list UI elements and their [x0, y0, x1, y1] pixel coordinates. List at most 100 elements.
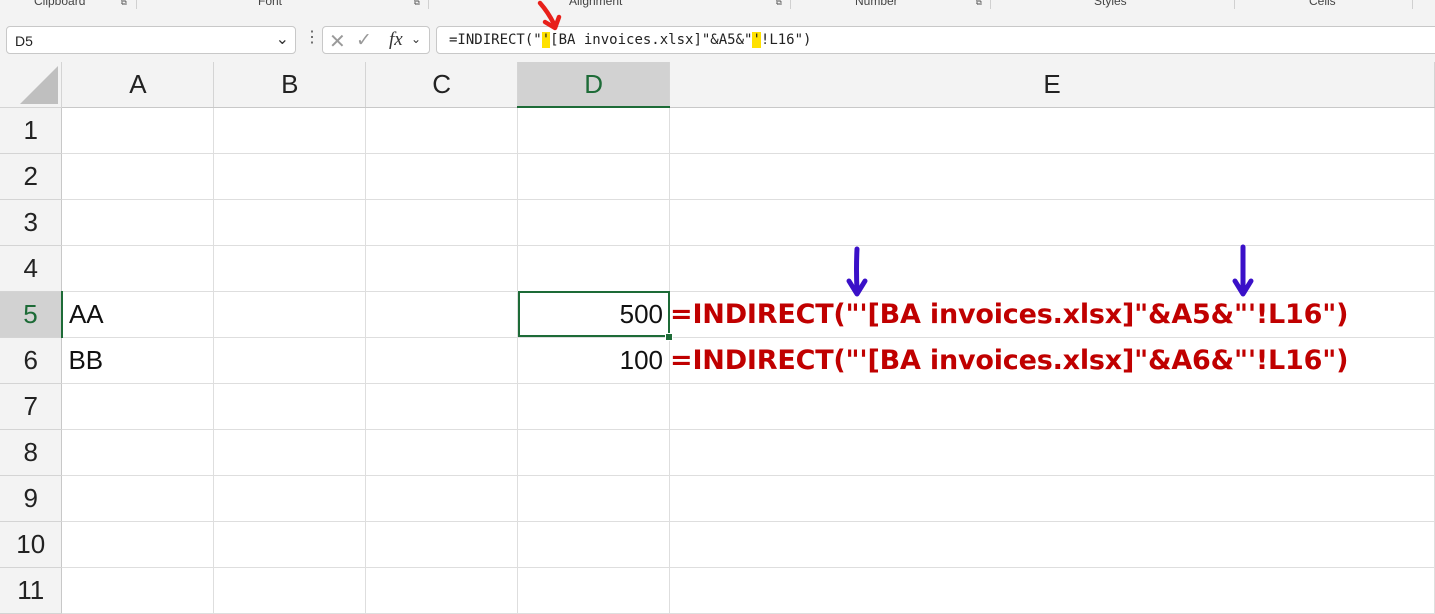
cell-e9[interactable] — [669, 475, 1435, 522]
cell-c4[interactable] — [365, 245, 519, 292]
cell-b9[interactable] — [213, 475, 367, 522]
cell-e8[interactable] — [669, 429, 1435, 476]
cell-a2[interactable] — [61, 153, 215, 200]
cell-b7[interactable] — [213, 383, 367, 430]
cell-a7[interactable] — [61, 383, 215, 430]
dialog-launcher-icon[interactable]: ⧉ — [121, 0, 127, 8]
cell-b2[interactable] — [213, 153, 367, 200]
column-header-c[interactable]: C — [365, 62, 519, 108]
row-header-7[interactable]: 7 — [0, 383, 63, 430]
formula-part: !L16") — [760, 32, 812, 48]
cell-b3[interactable] — [213, 199, 367, 246]
column-header-d[interactable]: D — [517, 62, 671, 108]
cell-c2[interactable] — [365, 153, 519, 200]
cell-c7[interactable] — [365, 383, 519, 430]
cell-b8[interactable] — [213, 429, 367, 476]
row-header-11[interactable]: 11 — [0, 567, 63, 614]
cell-e10[interactable] — [669, 521, 1435, 568]
cell-d9[interactable] — [517, 475, 671, 522]
red-annotation-arrow-icon — [537, 0, 562, 31]
row-header-4[interactable]: 4 — [0, 245, 63, 292]
cell-a10[interactable] — [61, 521, 215, 568]
column-header-a[interactable]: A — [61, 62, 215, 108]
cell-e6[interactable]: =INDIRECT("'[BA invoices.xlsx]"&A6&"'!L1… — [669, 337, 1435, 384]
row-header-5[interactable]: 5 — [0, 291, 63, 338]
column-header-b[interactable]: B — [213, 62, 367, 108]
row-header-2[interactable]: 2 — [0, 153, 63, 200]
cell-a3[interactable] — [61, 199, 215, 246]
dialog-launcher-icon[interactable]: ⧉ — [414, 0, 420, 8]
cell-d5-value: 500 — [619, 298, 664, 329]
cell-a5[interactable]: AA — [61, 291, 215, 338]
ribbon-separator — [990, 0, 991, 9]
row-header-8[interactable]: 8 — [0, 429, 63, 476]
dialog-launcher-icon[interactable]: ⧉ — [976, 0, 982, 8]
ribbon-separator — [1234, 0, 1235, 9]
cell-d8[interactable] — [517, 429, 671, 476]
cell-d5-active[interactable]: 500 — [517, 291, 674, 341]
cell-b4[interactable] — [213, 245, 367, 292]
cell-d10[interactable] — [517, 521, 671, 568]
cancel-icon[interactable]: ✕ — [329, 29, 346, 54]
more-options-icon[interactable]: ⋮ — [304, 27, 320, 47]
cell-c3[interactable] — [365, 199, 519, 246]
cell-a11[interactable] — [61, 567, 215, 614]
formula-part: [BA invoices.xlsx]"&A5&" — [550, 32, 753, 48]
cell-d4[interactable] — [517, 245, 671, 292]
cell-c1[interactable] — [365, 107, 519, 154]
row-header-1[interactable]: 1 — [0, 107, 63, 154]
cell-e4[interactable] — [669, 245, 1435, 292]
select-all-icon — [20, 65, 59, 104]
cell-c10[interactable] — [365, 521, 519, 568]
cell-d3[interactable] — [517, 199, 671, 246]
check-icon[interactable]: ✓ — [356, 29, 372, 52]
cell-a6[interactable]: BB — [61, 337, 215, 384]
row-header-3[interactable]: 3 — [0, 199, 63, 246]
cell-b5[interactable] — [213, 291, 367, 338]
ribbon-group-font: Font — [258, 0, 283, 8]
cell-c6[interactable] — [365, 337, 519, 384]
select-all-button[interactable] — [0, 62, 63, 108]
formula-input[interactable]: =INDIRECT("'[BA invoices.xlsx]"&A5&"'!L1… — [436, 26, 1435, 54]
cell-d6[interactable]: 100 — [517, 337, 671, 384]
cell-a4[interactable] — [61, 245, 215, 292]
cell-e1[interactable] — [669, 107, 1435, 154]
row-header-9[interactable]: 9 — [0, 475, 63, 522]
insert-function-button[interactable]: fx — [389, 29, 403, 51]
cell-c8[interactable] — [365, 429, 519, 476]
cell-c5[interactable] — [365, 291, 519, 338]
cell-e11[interactable] — [669, 567, 1435, 614]
row-header-10[interactable]: 10 — [0, 521, 63, 568]
cell-e3[interactable] — [669, 199, 1435, 246]
cell-e2[interactable] — [669, 153, 1435, 200]
cell-a9[interactable] — [61, 475, 215, 522]
fill-handle[interactable] — [665, 332, 674, 341]
chevron-down-icon[interactable]: ⌄ — [276, 29, 289, 49]
chevron-down-icon[interactable]: ⌄ — [411, 32, 421, 46]
cell-a1[interactable] — [61, 107, 215, 154]
cell-b11[interactable] — [213, 567, 367, 614]
dialog-launcher-icon[interactable]: ⧉ — [776, 0, 782, 8]
cell-e7[interactable] — [669, 383, 1435, 430]
ribbon-separator — [790, 0, 791, 9]
ribbon-group-number: Number — [855, 0, 898, 8]
cell-d7[interactable] — [517, 383, 671, 430]
cell-b6[interactable] — [213, 337, 367, 384]
cell-b1[interactable] — [213, 107, 367, 154]
formula-text: =INDIRECT("'[BA invoices.xlsx]"&A5&"'!L1… — [449, 32, 811, 48]
ribbon-group-alignment: Alignment — [569, 0, 623, 8]
cell-b10[interactable] — [213, 521, 367, 568]
cell-c11[interactable] — [365, 567, 519, 614]
purple-annotation-arrow-icon — [1232, 244, 1254, 297]
column-header-e[interactable]: E — [669, 62, 1435, 108]
name-box[interactable]: D5 ⌄ — [6, 26, 296, 54]
cell-e5[interactable]: =INDIRECT("'[BA invoices.xlsx]"&A5&"'!L1… — [669, 291, 1435, 338]
cell-d1[interactable] — [517, 107, 671, 154]
cell-c9[interactable] — [365, 475, 519, 522]
row-header-6[interactable]: 6 — [0, 337, 63, 384]
cell-d11[interactable] — [517, 567, 671, 614]
cell-d2[interactable] — [517, 153, 671, 200]
ribbon-group-cells: Cells — [1309, 0, 1336, 8]
cell-a8[interactable] — [61, 429, 215, 476]
formula-controls: ✕ ✓ fx ⌄ — [322, 26, 430, 54]
